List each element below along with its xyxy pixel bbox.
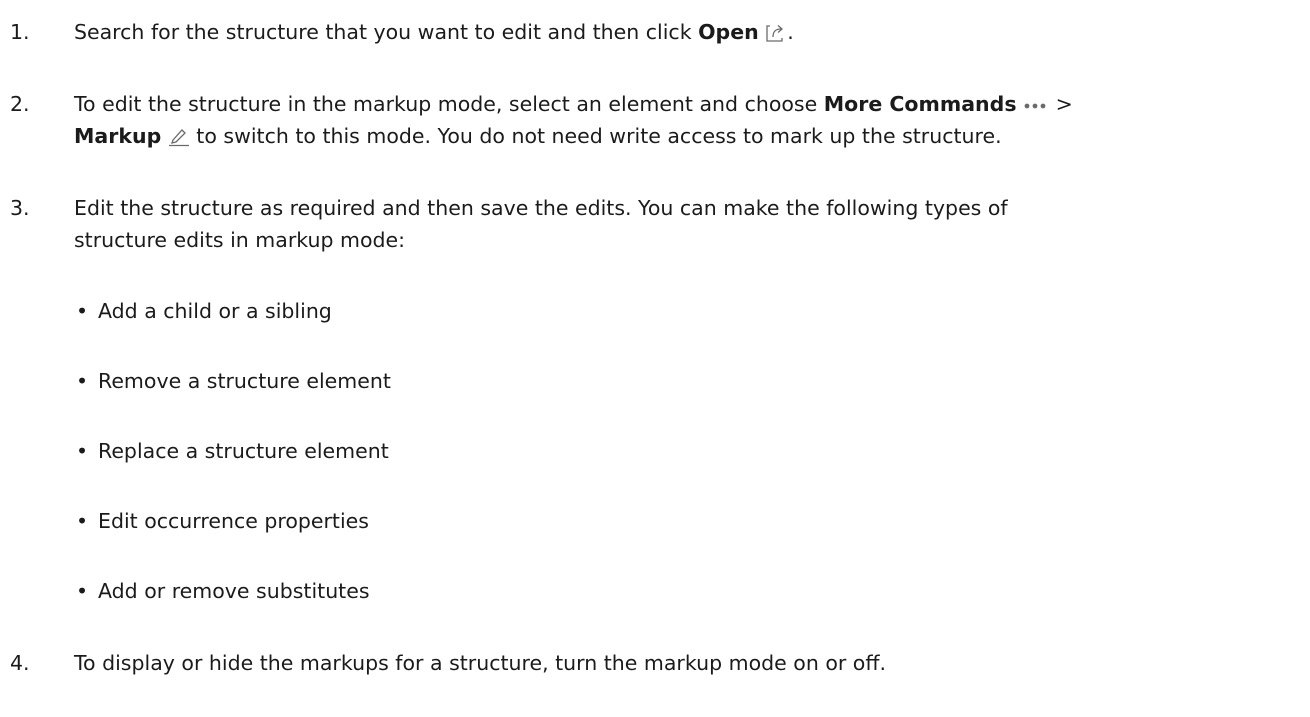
step-number: 3. — [10, 196, 30, 220]
more-commands-label: More Commands — [823, 92, 1017, 116]
list-item-text: Edit occurrence properties — [98, 509, 369, 533]
step-text: Edit the structure as required and then … — [74, 196, 1008, 220]
bullet-marker: • — [76, 509, 89, 533]
step-text-before: Search for the structure that you want t… — [74, 20, 699, 44]
step-text: To edit the structure in the markup mode… — [74, 88, 1310, 120]
open-icon — [765, 20, 787, 52]
list-item: • Add a child or a sibling — [76, 295, 1296, 327]
step-number: 1. — [10, 20, 30, 44]
step-text-line2: Markup to switch to this mode. You do no… — [74, 120, 1310, 156]
open-command-label: Open — [698, 20, 759, 44]
bullet-marker: • — [76, 439, 89, 463]
bullet-marker: • — [76, 299, 89, 323]
step-number: 4. — [10, 651, 30, 675]
step-text-line2: structure edits in markup mode: — [74, 228, 406, 252]
step-text-after: . — [787, 20, 794, 44]
list-item: • Add or remove substitutes — [76, 575, 1296, 607]
step-text: Search for the structure that you want t… — [74, 16, 1310, 52]
list-item: • Edit occurrence properties — [76, 505, 1296, 537]
list-item-text: Add or remove substitutes — [98, 579, 370, 603]
bullet-marker: • — [76, 369, 89, 393]
markup-command-label: Markup — [74, 124, 162, 148]
step-text: To display or hide the markups for a str… — [74, 651, 886, 675]
bullet-marker: • — [76, 579, 89, 603]
list-item-text: Add a child or a sibling — [98, 299, 332, 323]
list-item-text: Remove a structure element — [98, 369, 391, 393]
list-item: • Replace a structure element — [76, 435, 1296, 467]
step-number: 2. — [10, 92, 30, 116]
menu-separator: > — [1055, 92, 1073, 116]
markup-icon — [168, 124, 190, 156]
step-text-after: to switch to this mode. You do not need … — [189, 124, 1002, 148]
list-item: • Remove a structure element — [76, 365, 1296, 397]
list-item-text: Replace a structure element — [98, 439, 389, 463]
step-text-before: To edit the structure in the markup mode… — [74, 92, 824, 116]
more-commands-icon — [1023, 88, 1049, 120]
